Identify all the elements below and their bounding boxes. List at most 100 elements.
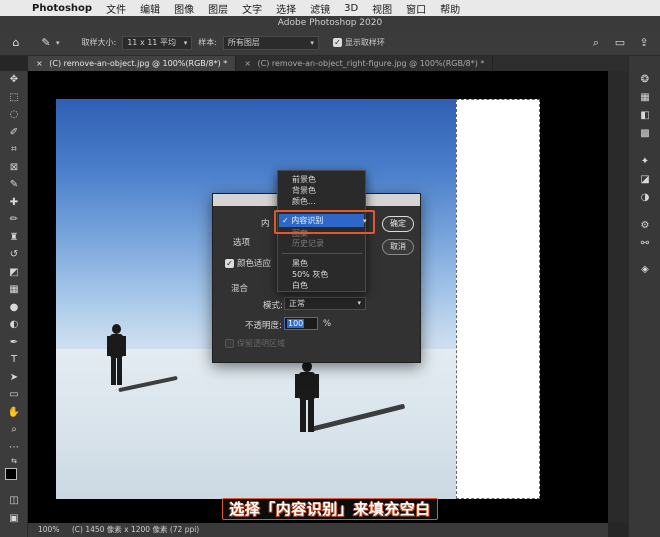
menu-app-name[interactable]: Photoshop — [32, 3, 92, 14]
show-ring-checkbox[interactable]: ✓ — [332, 38, 342, 47]
menubar: Photoshop 文件 编辑 图像 图层 文字 选择 滤镜 3D 视图 窗口 … — [0, 0, 660, 16]
photoshop-window: Photoshop 文件 编辑 图像 图层 文字 选择 滤镜 3D 视图 窗口 … — [0, 0, 660, 537]
adjustments-panel-icon[interactable]: ◪ — [638, 172, 652, 186]
menu-edit[interactable]: 编辑 — [140, 1, 160, 16]
sample-size-label: 取样大小: — [81, 38, 117, 47]
menu-image[interactable]: 图像 — [174, 1, 194, 16]
sample-select[interactable]: 所有图层 ▾ — [222, 35, 319, 50]
close-icon[interactable]: × — [244, 59, 251, 68]
cancel-button[interactable]: 取消 — [382, 239, 414, 255]
tools-panel: ✥ ⬚ ◌ ✐ ⌗ ⊠ ✎ ✚ ✏ ♜ ↺ ◩ ▦ ● ◐ ✒ T ➤ ▭ ✋ … — [0, 71, 28, 537]
blur-tool-icon[interactable]: ● — [0, 299, 28, 317]
blend-label: 混合 — [231, 284, 249, 294]
libraries-panel-icon[interactable]: ◑ — [638, 190, 652, 204]
color-adapt-option[interactable]: ✓ 颜色适应 — [225, 257, 271, 269]
preserve-transparency-option[interactable]: 保留透明区域 — [225, 338, 285, 349]
gradients-panel-icon[interactable]: ◧ — [638, 108, 652, 122]
mode-select[interactable]: 正常 ▾ — [284, 297, 366, 310]
lasso-tool-icon[interactable]: ◌ — [0, 106, 28, 124]
learn-panel-icon[interactable]: ✦ — [638, 154, 652, 168]
menu-item-history[interactable]: 历史记录 — [292, 238, 324, 249]
empty-selection-area[interactable] — [456, 99, 540, 499]
tutorial-caption: 选择「内容识别」来填充空白 — [0, 498, 660, 520]
menu-item-50-gray[interactable]: 50% 灰色 — [292, 269, 328, 280]
menu-type[interactable]: 文字 — [242, 1, 262, 16]
person-figure-center — [294, 361, 320, 433]
options-label: 选项 — [233, 238, 251, 248]
menu-item-white[interactable]: 白色 — [292, 280, 308, 291]
menu-item-black[interactable]: 黑色 — [292, 258, 308, 269]
quick-select-tool-icon[interactable]: ✐ — [0, 124, 28, 142]
tool-preset-chevron-icon[interactable]: ▾ — [56, 39, 60, 47]
highlight-box — [274, 210, 375, 234]
ok-button[interactable]: 确定 — [382, 216, 414, 232]
marquee-tool-icon[interactable]: ⬚ — [0, 89, 28, 107]
sample-size-select[interactable]: 11 x 11 平均 ▾ — [122, 35, 193, 50]
color-swatches[interactable] — [0, 466, 28, 492]
history-brush-tool-icon[interactable]: ↺ — [0, 246, 28, 264]
pen-tool-icon[interactable]: ✒ — [0, 334, 28, 352]
more-tools-icon[interactable]: ⋯ — [0, 439, 28, 457]
tab-remove-an-object[interactable]: × (C) remove-an-object.jpg @ 100%(RGB/8*… — [28, 56, 237, 71]
frame-tool-icon[interactable]: ⊠ — [0, 159, 28, 177]
zoom-tool-icon[interactable]: ⌕ — [0, 421, 28, 439]
menu-item-foreground-color[interactable]: 前景色 — [292, 174, 316, 185]
opacity-unit: % — [323, 319, 332, 329]
eyedropper-tool-icon[interactable]: ✎ — [0, 176, 28, 194]
color-adapt-label: 颜色适应 — [237, 259, 272, 269]
foreground-color-swatch[interactable] — [5, 468, 17, 480]
preserve-transparency-label: 保留透明区域 — [237, 339, 285, 348]
preserve-transparency-checkbox[interactable] — [225, 339, 234, 348]
chevron-down-icon: ▾ — [357, 299, 361, 307]
eraser-tool-icon[interactable]: ◩ — [0, 264, 28, 282]
menu-view[interactable]: 视图 — [372, 1, 392, 16]
person-figure-left — [106, 324, 128, 386]
healing-brush-tool-icon[interactable]: ✚ — [0, 194, 28, 212]
chevron-down-icon: ▾ — [310, 38, 314, 47]
menu-window[interactable]: 窗口 — [406, 1, 426, 16]
mode-label: 模式: — [263, 301, 283, 311]
gradient-tool-icon[interactable]: ▦ — [0, 281, 28, 299]
menu-select[interactable]: 选择 — [276, 1, 296, 16]
document-info[interactable]: (C) 1450 像素 x 1200 像素 (72 ppi) — [72, 525, 199, 534]
opacity-input[interactable]: 100 — [284, 317, 318, 330]
sample-label: 样本: — [198, 38, 217, 47]
hand-tool-icon[interactable]: ✋ — [0, 404, 28, 422]
crop-tool-icon[interactable]: ⌗ — [0, 141, 28, 159]
channels-panel-icon[interactable]: ⚯ — [638, 236, 652, 250]
menu-layer[interactable]: 图层 — [208, 1, 228, 16]
eyedropper-tool-icon[interactable]: ✎ — [38, 35, 54, 51]
dodge-tool-icon[interactable]: ◐ — [0, 316, 28, 334]
path-select-tool-icon[interactable]: ➤ — [0, 369, 28, 387]
clone-stamp-tool-icon[interactable]: ♜ — [0, 229, 28, 247]
move-tool-icon[interactable]: ✥ — [0, 71, 28, 89]
swatches-panel-icon[interactable]: ▦ — [638, 90, 652, 104]
rectangle-tool-icon[interactable]: ▭ — [0, 386, 28, 404]
menu-3d[interactable]: 3D — [344, 3, 358, 14]
swap-colors-icon[interactable]: ⇆ — [0, 456, 28, 466]
properties-panel-icon[interactable]: ⚙ — [638, 218, 652, 232]
mode-value: 正常 — [289, 299, 305, 308]
home-icon[interactable]: ⌂ — [8, 35, 24, 51]
color-panel-icon[interactable]: ❂ — [638, 72, 652, 86]
share-icon[interactable]: ⇪ — [636, 35, 652, 51]
color-adapt-checkbox[interactable]: ✓ — [225, 259, 234, 268]
status-bar: 100% (C) 1450 像素 x 1200 像素 (72 ppi) — [28, 523, 608, 537]
menu-item-background-color[interactable]: 背景色 — [292, 185, 316, 196]
menu-help[interactable]: 帮助 — [440, 1, 460, 16]
patterns-panel-icon[interactable]: ▩ — [638, 126, 652, 140]
type-tool-icon[interactable]: T — [0, 351, 28, 369]
tab-remove-an-object-right-figure[interactable]: × (C) remove-an-object_right-figure.jpg … — [236, 56, 494, 71]
brush-tool-icon[interactable]: ✏ — [0, 211, 28, 229]
zoom-level[interactable]: 100% — [38, 525, 59, 534]
menu-item-color[interactable]: 颜色... — [292, 196, 316, 207]
workspace-icon[interactable]: ▭ — [612, 35, 628, 51]
menu-filter[interactable]: 滤镜 — [310, 1, 330, 16]
options-bar: ⌂ ✎ ▾ 取样大小: 11 x 11 平均 ▾ 样本: 所有图层 ▾ ✓ 显示… — [0, 30, 660, 56]
caption-text: 选择「内容识别」来填充空白 — [222, 498, 438, 520]
search-icon[interactable]: ⌕ — [588, 35, 604, 51]
menu-file[interactable]: 文件 — [106, 1, 126, 16]
close-icon[interactable]: × — [36, 59, 43, 68]
layers-panel-icon[interactable]: ◈ — [638, 262, 652, 276]
document-tabs: × (C) remove-an-object.jpg @ 100%(RGB/8*… — [28, 56, 628, 71]
